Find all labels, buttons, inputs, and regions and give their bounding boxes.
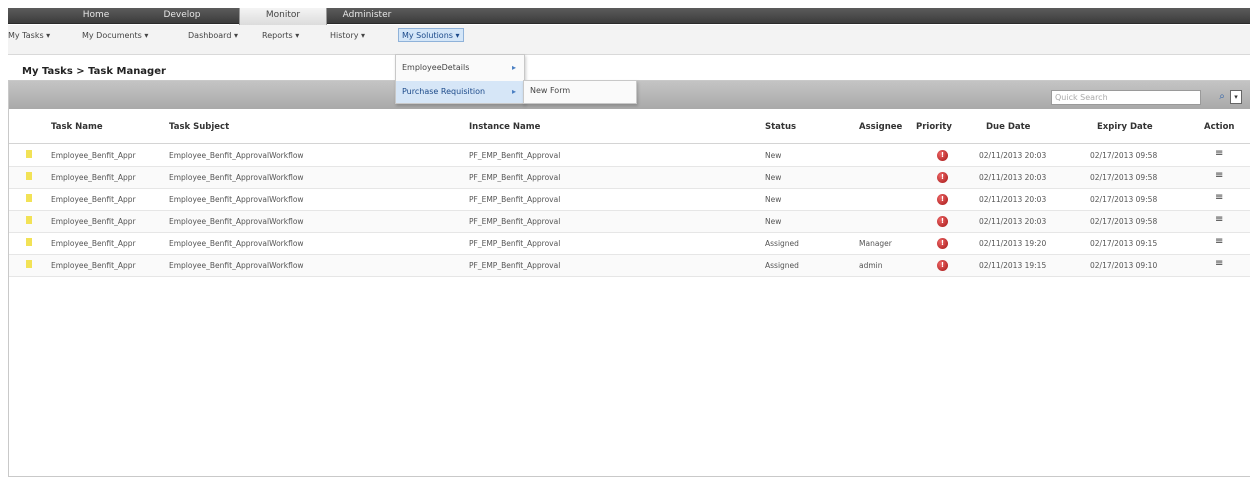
submenu-item-new-form[interactable]: New Form	[530, 86, 570, 95]
cell-expiry-date: 02/17/2013 09:58	[1090, 217, 1158, 226]
cell-expiry-date: 02/17/2013 09:58	[1090, 173, 1158, 182]
cell-due-date: 02/11/2013 20:03	[979, 195, 1047, 204]
action-menu-icon[interactable]: ≡	[1215, 236, 1223, 247]
table-row[interactable]: Employee_Benfit_Appr Employee_Benfit_App…	[9, 233, 1250, 255]
tab-administer[interactable]: Administer	[336, 8, 398, 24]
priority-high-icon: !	[937, 216, 948, 227]
dropdown-item-label: Purchase Requisition	[402, 87, 486, 96]
chevron-right-icon: ▸	[511, 87, 516, 96]
column-header-instance-name[interactable]: Instance Name	[469, 122, 540, 132]
cell-due-date: 02/11/2013 19:15	[979, 261, 1047, 270]
cell-task-subject: Employee_Benfit_ApprovalWorkflow	[169, 261, 304, 270]
menu-reports[interactable]: Reports ▾	[262, 29, 299, 43]
table-row[interactable]: Employee_Benfit_Appr Employee_Benfit_App…	[9, 189, 1250, 211]
priority-high-icon: !	[937, 150, 948, 161]
cell-task-subject: Employee_Benfit_ApprovalWorkflow	[169, 195, 304, 204]
cell-instance-name: PF_EMP_Benfit_Approval	[469, 173, 561, 182]
breadcrumb: My Tasks > Task Manager	[22, 66, 166, 77]
tab-develop[interactable]: Develop	[154, 8, 210, 24]
column-header-expiry-date[interactable]: Expiry Date	[1097, 122, 1153, 132]
action-menu-icon[interactable]: ≡	[1215, 258, 1223, 269]
tab-home[interactable]: Home	[70, 8, 122, 24]
cell-expiry-date: 02/17/2013 09:15	[1090, 239, 1158, 248]
cell-assignee: Manager	[859, 239, 892, 248]
cell-instance-name: PF_EMP_Benfit_Approval	[469, 151, 561, 160]
cell-expiry-date: 02/17/2013 09:58	[1090, 151, 1158, 160]
table-row[interactable]: Employee_Benfit_Appr Employee_Benfit_App…	[9, 167, 1250, 189]
cell-status: New	[765, 151, 782, 160]
column-header-task-subject[interactable]: Task Subject	[169, 122, 229, 132]
priority-high-icon: !	[937, 260, 948, 271]
priority-high-icon: !	[937, 172, 948, 183]
cell-expiry-date: 02/17/2013 09:10	[1090, 261, 1158, 270]
chevron-right-icon: ▸	[511, 63, 516, 72]
menu-my-tasks[interactable]: My Tasks ▾	[8, 29, 50, 43]
cell-task-name: Employee_Benfit_Appr	[51, 195, 136, 204]
cell-status: Assigned	[765, 239, 799, 248]
cell-task-name: Employee_Benfit_Appr	[51, 151, 136, 160]
cell-status: New	[765, 173, 782, 182]
cell-instance-name: PF_EMP_Benfit_Approval	[469, 239, 561, 248]
flag-icon	[26, 238, 32, 246]
table-row[interactable]: Employee_Benfit_Appr Employee_Benfit_App…	[9, 145, 1250, 167]
cell-task-name: Employee_Benfit_Appr	[51, 239, 136, 248]
top-tab-bar: Home Develop Monitor Administer	[8, 8, 1250, 25]
search-icon[interactable]: ⌕	[1216, 90, 1228, 104]
tab-monitor[interactable]: Monitor	[239, 8, 327, 25]
column-header-assignee[interactable]: Assignee	[859, 122, 902, 132]
table-row[interactable]: Employee_Benfit_Appr Employee_Benfit_App…	[9, 211, 1250, 233]
menu-bar: My Tasks ▾ My Documents ▾ Dashboard ▾ Re…	[8, 25, 1250, 55]
column-header-task-name[interactable]: Task Name	[51, 122, 103, 132]
task-grid-panel: Quick Search ⌕ ▾ Task Name Task Subject …	[8, 80, 1250, 477]
cell-due-date: 02/11/2013 20:03	[979, 217, 1047, 226]
menu-history[interactable]: History ▾	[330, 29, 365, 43]
cell-task-subject: Employee_Benfit_ApprovalWorkflow	[169, 173, 304, 182]
purchase-requisition-submenu: New Form	[523, 80, 637, 104]
column-header-action[interactable]: Action	[1204, 122, 1235, 132]
cell-due-date: 02/11/2013 20:03	[979, 151, 1047, 160]
dropdown-item-purchase-requisition[interactable]: Purchase Requisition ▸	[396, 81, 524, 103]
cell-status: Assigned	[765, 261, 799, 270]
cell-task-subject: Employee_Benfit_ApprovalWorkflow	[169, 217, 304, 226]
flag-icon	[26, 216, 32, 224]
cell-expiry-date: 02/17/2013 09:58	[1090, 195, 1158, 204]
menu-my-documents[interactable]: My Documents ▾	[82, 29, 148, 43]
action-menu-icon[interactable]: ≡	[1215, 170, 1223, 181]
cell-due-date: 02/11/2013 19:20	[979, 239, 1047, 248]
grid-header: Task Name Task Subject Instance Name Sta…	[9, 109, 1250, 144]
action-menu-icon[interactable]: ≡	[1215, 192, 1223, 203]
priority-high-icon: !	[937, 238, 948, 249]
cell-instance-name: PF_EMP_Benfit_Approval	[469, 261, 561, 270]
cell-task-subject: Employee_Benfit_ApprovalWorkflow	[169, 239, 304, 248]
cell-status: New	[765, 217, 782, 226]
priority-high-icon: !	[937, 194, 948, 205]
menu-dashboard[interactable]: Dashboard ▾	[188, 29, 238, 43]
grid-options-icon[interactable]: ▾	[1230, 90, 1242, 104]
action-menu-icon[interactable]: ≡	[1215, 214, 1223, 225]
cell-assignee: admin	[859, 261, 883, 270]
dropdown-item-employee-details[interactable]: EmployeeDetails ▸	[396, 57, 524, 79]
cell-due-date: 02/11/2013 20:03	[979, 173, 1047, 182]
flag-icon	[26, 150, 32, 158]
flag-icon	[26, 172, 32, 180]
flag-icon	[26, 260, 32, 268]
cell-status: New	[765, 195, 782, 204]
cell-instance-name: PF_EMP_Benfit_Approval	[469, 217, 561, 226]
table-row[interactable]: Employee_Benfit_Appr Employee_Benfit_App…	[9, 255, 1250, 277]
cell-task-name: Employee_Benfit_Appr	[51, 261, 136, 270]
column-header-status[interactable]: Status	[765, 122, 796, 132]
flag-icon	[26, 194, 32, 202]
menu-my-solutions[interactable]: My Solutions ▾	[398, 28, 464, 42]
cell-task-name: Employee_Benfit_Appr	[51, 217, 136, 226]
action-menu-icon[interactable]: ≡	[1215, 148, 1223, 159]
column-header-due-date[interactable]: Due Date	[986, 122, 1030, 132]
column-header-priority[interactable]: Priority	[916, 122, 952, 132]
dropdown-item-label: EmployeeDetails	[402, 63, 470, 72]
quick-search-input[interactable]: Quick Search	[1051, 90, 1201, 105]
cell-task-name: Employee_Benfit_Appr	[51, 173, 136, 182]
my-solutions-dropdown: EmployeeDetails ▸ Purchase Requisition ▸	[395, 54, 525, 104]
cell-task-subject: Employee_Benfit_ApprovalWorkflow	[169, 151, 304, 160]
cell-instance-name: PF_EMP_Benfit_Approval	[469, 195, 561, 204]
